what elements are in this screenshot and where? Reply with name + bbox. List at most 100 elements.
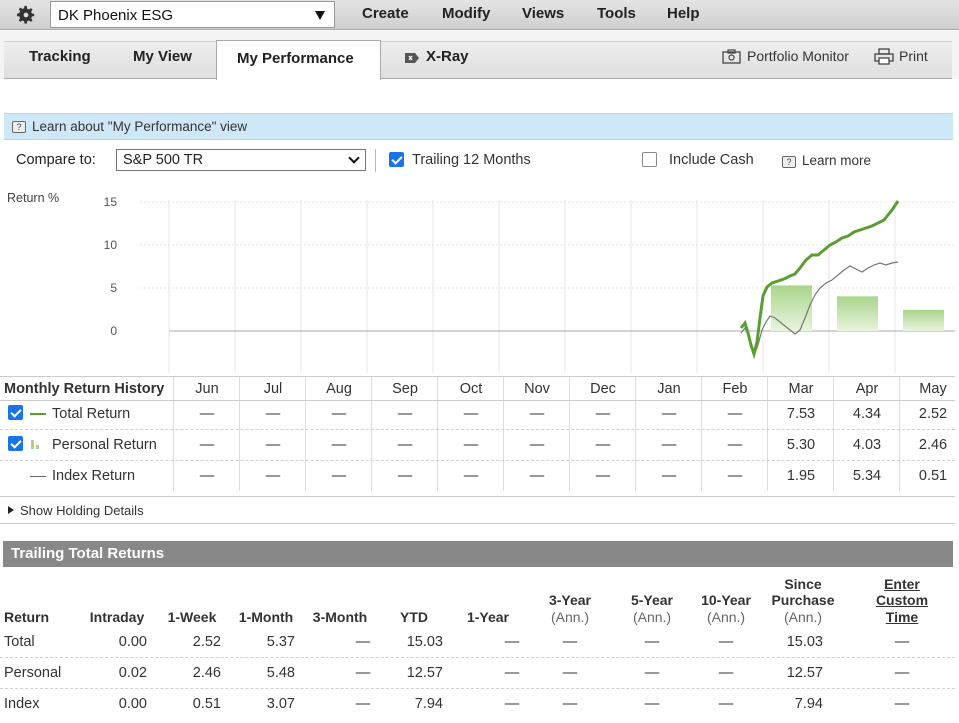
menu-tools[interactable]: Tools	[597, 5, 636, 22]
col-header-intraday: Intraday	[89, 609, 145, 625]
personal-return-checkbox[interactable]	[8, 436, 23, 451]
menu-views[interactable]: Views	[522, 5, 564, 22]
table-cell: 2.46	[192, 665, 221, 681]
table-cell: —	[727, 468, 743, 484]
menu-modify[interactable]: Modify	[442, 5, 490, 22]
table-cell: 2.46	[918, 437, 948, 453]
col-header-10-year: 10-Year	[701, 592, 751, 608]
table-cell: —	[463, 406, 479, 422]
table-cell: —	[718, 665, 734, 681]
help-icon: ?	[12, 121, 26, 133]
print-button[interactable]: Print	[899, 48, 928, 64]
trailing-total-returns-header: Trailing Total Returns	[3, 541, 953, 567]
table-cell: —	[661, 437, 677, 453]
col-header-1-year: 1-Year	[466, 609, 510, 625]
table-cell: —	[463, 468, 479, 484]
col-header-return: Return	[4, 609, 50, 625]
show-holding-details-label: Show Holding Details	[20, 503, 144, 518]
chevron-down-icon	[348, 152, 360, 164]
enter-custom-time-link[interactable]: Enter	[862, 576, 942, 592]
menu-help[interactable]: Help	[667, 5, 700, 22]
portfolio-select[interactable]: DK Phoenix ESG	[50, 1, 335, 28]
table-cell: 7.94	[414, 696, 443, 712]
tab-tracking[interactable]: Tracking	[29, 48, 91, 65]
table-cell: —	[529, 406, 545, 422]
table-cell: —	[265, 468, 281, 484]
menu-create[interactable]: Create	[362, 5, 409, 22]
trailing-total-returns-title: Trailing Total Returns	[11, 545, 165, 562]
col-header-ann: (Ann.)	[632, 609, 672, 625]
show-holding-details-toggle[interactable]: Show Holding Details	[0, 496, 955, 524]
enter-custom-time-link[interactable]: Custom	[862, 592, 942, 608]
help-icon: ?	[782, 156, 796, 168]
total-return-checkbox[interactable]	[8, 405, 23, 420]
y-ticks: 0 5 10 15	[104, 195, 118, 338]
table-cell: 3.07	[266, 696, 295, 712]
table-cell: —	[199, 406, 215, 422]
tab-my-performance[interactable]: My Performance	[216, 40, 381, 80]
table-cell: —	[718, 696, 734, 712]
month-header: Mar	[788, 381, 814, 397]
learn-more-link[interactable]: Learn more	[802, 153, 871, 168]
monthly-return-history-title: Monthly Return History	[4, 381, 165, 397]
table-cell: —	[562, 665, 578, 681]
table-cell: —	[397, 437, 413, 453]
table-cell: 0.02	[118, 665, 147, 681]
col-header-ann: (Ann.)	[706, 609, 746, 625]
enter-custom-time-link[interactable]: Time	[862, 609, 942, 625]
learn-about-link[interactable]: Learn about "My Performance" view	[32, 119, 247, 134]
table-cell: —	[894, 634, 910, 650]
table-cell: —	[562, 696, 578, 712]
table-cell: 7.94	[794, 696, 823, 712]
table-divider	[0, 657, 955, 658]
table-cell: 15.03	[786, 634, 823, 650]
col-header-3-year: 3-Year	[548, 592, 592, 608]
col-header-1-week: 1-Week	[167, 609, 217, 625]
month-header: Jun	[195, 381, 219, 397]
gear-icon[interactable]	[14, 4, 38, 26]
table-cell: —	[595, 468, 611, 484]
table-cell: —	[265, 406, 281, 422]
trailing-12-months-checkbox[interactable]	[389, 152, 404, 167]
personal-return-bar	[771, 285, 812, 331]
table-cell: —	[355, 696, 371, 712]
table-divider	[0, 429, 955, 430]
table-cell: 2.52	[192, 634, 221, 650]
month-header: Aug	[326, 381, 352, 397]
table-cell: 4.34	[852, 406, 882, 422]
index-return-label: Index Return	[52, 468, 136, 484]
trailing-row-label: Personal	[4, 665, 62, 681]
table-cell: —	[644, 696, 660, 712]
table-cell: —	[727, 406, 743, 422]
learn-about-bar[interactable]: ? Learn about "My Performance" view	[4, 113, 953, 140]
table-cell: —	[355, 634, 371, 650]
table-cell: —	[199, 437, 215, 453]
table-cell: —	[397, 406, 413, 422]
tab-my-view[interactable]: My View	[133, 48, 192, 65]
y-tick-label: 10	[104, 238, 118, 252]
compare-benchmark-select[interactable]: S&P 500 TR	[116, 149, 366, 171]
table-cell: 1.95	[786, 468, 816, 484]
month-header: Nov	[524, 381, 550, 397]
table-cell: 0.00	[118, 696, 147, 712]
trailing-row-label: Total	[4, 634, 35, 650]
col-header-3-month: 3-Month	[312, 609, 368, 625]
month-header: Feb	[722, 381, 748, 397]
table-cell: —	[595, 437, 611, 453]
portfolio-monitor-button[interactable]: Portfolio Monitor	[747, 48, 849, 64]
tab-x-ray[interactable]: X-Ray	[426, 48, 469, 65]
table-divider	[0, 400, 955, 401]
include-cash-label: Include Cash	[669, 152, 754, 168]
table-cell: —	[661, 468, 677, 484]
portfolio-select-value: DK Phoenix ESG	[58, 7, 174, 24]
tab-my-performance-label: My Performance	[237, 50, 354, 67]
personal-return-bar	[903, 309, 944, 331]
include-cash-checkbox[interactable]	[642, 152, 657, 167]
total-return-label: Total Return	[52, 406, 131, 422]
table-cell: 12.57	[406, 665, 443, 681]
table-cell: 15.03	[406, 634, 443, 650]
table-cell: —	[504, 696, 520, 712]
print-icon	[874, 48, 894, 65]
month-header: Dec	[590, 381, 616, 397]
col-header-purchase: Purchase	[771, 592, 835, 608]
